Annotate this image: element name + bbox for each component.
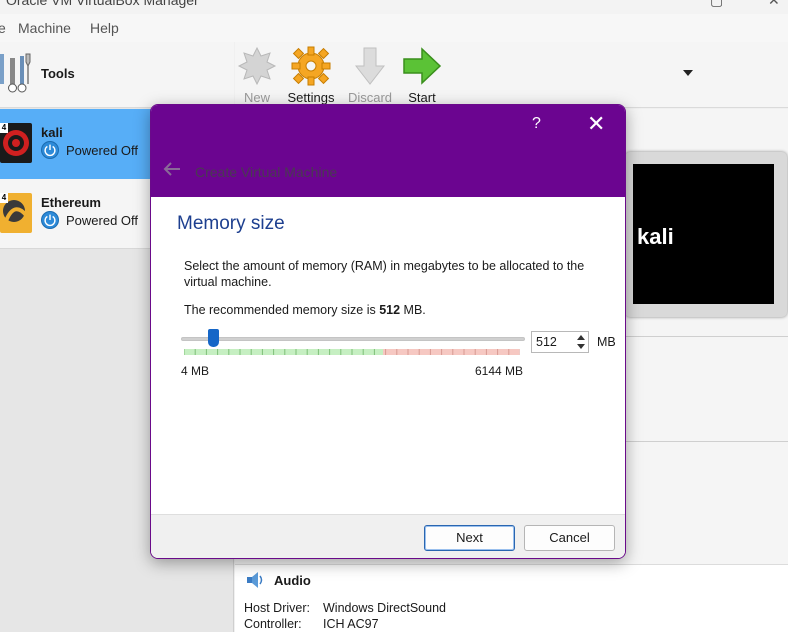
vm-preview-screen: kali [633,164,774,304]
audio-controller-key: Controller: [244,617,302,631]
audio-controller-value: ICH AC97 [323,617,379,631]
settings-button[interactable]: Settings [285,44,337,106]
spin-up-icon[interactable] [577,335,585,340]
vm-name: kali [41,125,63,140]
window-titlebar: Oracle VM VirtualBox Manager ▢ ✕ [0,0,788,14]
vm-name: Ethereum [41,195,101,210]
new-label: New [243,90,270,105]
maximize-icon[interactable]: ▢ [710,0,723,9]
memory-spinbox-value[interactable]: 512 [536,335,557,349]
spinbox-arrows[interactable] [574,332,588,352]
menu-help[interactable]: Help [90,20,119,36]
help-button[interactable]: ? [532,115,541,133]
menu-machine[interactable]: Machine [18,20,71,36]
discard-arrow-icon [354,47,386,85]
tools-label: Tools [41,66,75,81]
create-vm-dialog: ? ✕ Create Virtual Machine Memory size S… [150,104,626,559]
slider-max-label: 6144 MB [475,364,524,378]
vm-state: Powered Off [66,213,139,228]
new-icon [237,46,277,86]
powered-off-icon [41,211,59,229]
recommend-prefix: The recommended memory size is [184,303,380,317]
speaker-icon [247,572,263,588]
menu-file[interactable]: e [0,20,6,36]
memory-spinbox[interactable]: 512 [531,331,589,353]
vm-preview: kali [625,152,787,317]
settings-label: Settings [287,90,335,105]
memory-description: Select the amount of memory (RAM) in meg… [184,259,585,289]
cancel-button[interactable]: Cancel [524,525,615,551]
page-title: Memory size [177,213,285,234]
recommended-memory-text: The recommended memory size is 512 MB. [184,303,426,317]
close-icon[interactable]: ✕ [587,113,605,135]
discard-label: Discard [347,90,393,105]
memory-unit-label: MB [597,335,616,349]
audio-title: Audio [274,573,311,588]
tools-icon [0,53,31,93]
vm-preview-name: kali [637,224,674,249]
window-title: Oracle VM VirtualBox Manager [6,0,199,8]
dialog-header: ? ✕ Create Virtual Machine [151,105,625,197]
memory-slider-track[interactable] [181,337,525,341]
vm-version-badge: 4 [0,123,8,133]
dialog-footer: Next Cancel [151,514,625,558]
recommend-value: 512 [379,303,401,317]
next-button[interactable]: Next [424,525,515,551]
start-arrow-icon [403,47,442,85]
start-button[interactable]: Start [399,44,445,106]
powered-off-icon [41,141,59,159]
audio-host-driver-key: Host Driver: [244,601,310,615]
gear-icon [291,46,331,86]
memory-slider-handle[interactable] [208,329,219,347]
divider [626,336,788,337]
slider-min-label: 4 MB [181,364,210,378]
new-button[interactable]: New [235,44,279,106]
spin-down-icon[interactable] [577,344,585,349]
vm-state: Powered Off [66,143,139,158]
recommend-suffix: MB. [400,303,426,317]
close-window-icon[interactable]: ✕ [768,0,780,9]
vm-version-badge: 4 [0,193,8,203]
audio-host-driver-value: Windows DirectSound [323,601,446,615]
back-arrow-icon[interactable] [163,161,181,177]
slider-ticks [184,349,520,355]
start-label: Start [408,90,436,105]
tools-item[interactable]: Tools [0,42,234,108]
divider [626,441,788,442]
main-toolbar: New Settings Discard Start [235,42,788,108]
dialog-title: Create Virtual Machine [195,164,338,180]
start-dropdown-icon[interactable] [683,70,693,76]
discard-button[interactable]: Discard [345,44,395,106]
audio-section: Audio Host Driver: Windows DirectSound C… [235,564,788,632]
menubar: e Machine Help [0,14,788,42]
